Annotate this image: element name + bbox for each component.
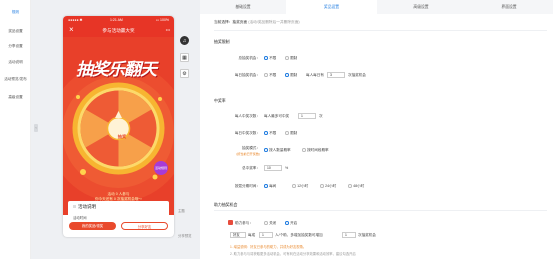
divider (214, 210, 547, 211)
boost-on[interactable]: 开启 (285, 221, 297, 226)
daily-chances-input[interactable]: 3 (327, 72, 345, 78)
period-12h-label: 12小时 (297, 184, 309, 189)
campaign-headline: 抽奖乐翻天 (76, 60, 157, 79)
win-max-prefix: 每人最多可中奖 (264, 114, 290, 118)
daily-win-unlimited-label: 不限 (269, 131, 277, 136)
campaign-stage: 抽奖乐翻天 抽奖 活动规则 活动 0 人参与 你今天还有 0 次抽奖机会哦～ ▽… (63, 37, 174, 215)
daily-win-limited-label: 限制 (290, 131, 298, 136)
period-label: 按混分期时间： (234, 184, 260, 188)
period-12h[interactable]: 12小时 (292, 184, 308, 189)
total-limit-limited[interactable]: 限制 (285, 56, 297, 61)
alert-icon (228, 220, 233, 225)
boost-each: 每成 (248, 233, 256, 237)
mode-by-people[interactable]: 按人数量概率 (264, 148, 291, 153)
boost-on-label: 开启 (290, 221, 298, 226)
share-preview-label[interactable]: 分享预览 (178, 233, 192, 238)
section-boost: 助力抽奖机会 (214, 202, 238, 207)
mode-by-time[interactable]: 按时间段概率 (302, 148, 329, 153)
total-limit-unlimited-label: 不限 (269, 56, 277, 61)
phone-status-bar: ●●●●● ✱ 1:21 AM ▭ 100% (63, 16, 174, 24)
total-limit-label: 总抽奖机会： (238, 56, 260, 60)
left-nav-item-rules[interactable]: 规则 (0, 10, 31, 15)
tab-advanced[interactable]: 高级设置 (377, 0, 465, 14)
collapse-handle[interactable]: ‹ (34, 124, 38, 132)
mode-by-people-label: 按人数量概率 (269, 148, 291, 153)
divider (214, 30, 547, 31)
mode-hint: (按当前已开奖数) (236, 152, 260, 156)
boost-chances-input[interactable]: 1 (342, 232, 356, 238)
boost-off[interactable]: 关闭 (264, 221, 276, 226)
win-max-label: 每人中奖次数： (234, 114, 260, 118)
daily-prefix: 每人每日有 (306, 73, 324, 77)
qr-icon[interactable]: ▦ (180, 53, 189, 62)
left-nav-item-desc[interactable]: 活动说明 (0, 60, 31, 65)
boost-label: 助力参与： (235, 221, 253, 225)
daily-win-unlimited[interactable]: 不限 (264, 131, 276, 136)
boost-count-input[interactable]: 1 (259, 232, 273, 238)
carrier-signal: ●●●●● ✱ (68, 18, 83, 22)
daily-suffix: 次抽奖机会 (348, 73, 366, 77)
lottery-wheel[interactable] (71, 81, 166, 176)
activity-card-sub: 活动时间 (73, 216, 87, 220)
my-prizes-button[interactable]: 我的奖品/领奖 (69, 222, 116, 230)
boost-tail: 次抽奖机会 (358, 233, 376, 237)
boost-off-label: 关闭 (269, 221, 277, 226)
section-win-rate: 中奖率 (214, 98, 226, 103)
period-48h-label: 48小时 (353, 184, 365, 189)
music-icon[interactable]: ♫ (180, 36, 189, 45)
breadcrumb-label: 当前选择：抽奖页面 (214, 20, 248, 24)
period-48h[interactable]: 48小时 (348, 184, 364, 189)
breadcrumb-tip: (活动/奖品删除后一并删除页面) (248, 20, 300, 24)
mode-by-time-label: 按时间段概率 (307, 148, 329, 153)
left-nav: 规则 奖品设置 分享设置 活动说明 活动预览/发布 高级设置 (0, 0, 31, 259)
phone-preview: ●●●●● ✱ 1:21 AM ▭ 100% × 参与活动赢大奖 ••• 抽奖乐… (63, 16, 174, 237)
settings-tabs: 基础设置 奖品设置 高级设置 界面设置 (200, 0, 553, 14)
phone-page-title: 参与活动赢大奖 (102, 28, 135, 33)
boost-note-2: 2. 助力参与与将获取更多活动机会，可有利在活动分享效果和活动效率，建议勾选开启 (230, 252, 356, 256)
phone-title-bar: × 参与活动赢大奖 ••• (63, 24, 174, 37)
left-nav-item-prizes[interactable]: 奖品设置 (0, 29, 31, 34)
rules-badge[interactable]: 活动规则 (154, 161, 168, 175)
period-24h-label: 24小时 (325, 184, 337, 189)
daily-limit-unlimited[interactable]: 不限 (264, 73, 276, 78)
tab-interface[interactable]: 界面设置 (465, 0, 553, 14)
section-draw-limit: 抽奖限制 (214, 39, 230, 44)
daily-limit-label: 每日抽奖机会： (234, 73, 260, 77)
daily-win-label: 每日中奖次数： (234, 131, 260, 135)
tab-prizes[interactable]: 奖品设置 (286, 0, 377, 14)
rate-input[interactable]: 10 (264, 165, 282, 171)
boost-type-select[interactable]: 好友 (230, 232, 246, 238)
doc-icon (73, 205, 76, 208)
daily-limit-limited-label: 限制 (290, 73, 298, 78)
activity-card-title: 活动说明 (78, 204, 96, 209)
total-limit-limited-label: 限制 (290, 56, 298, 61)
wheel-center-label[interactable]: 抽奖 (115, 134, 129, 140)
breadcrumb: 当前选择：抽奖页面 (活动/奖品删除后一并删除页面) (214, 20, 300, 25)
left-nav-item-advanced[interactable]: 高级设置 (0, 95, 31, 100)
tab-basic[interactable]: 基础设置 (200, 0, 286, 14)
left-nav-item-publish[interactable]: 活动预览/发布 (0, 77, 31, 82)
left-nav-item-share[interactable]: 分享设置 (0, 44, 31, 49)
boost-note-1: 1. 增益说明：好友已参与的助力，并成为好友视角。 (230, 245, 307, 249)
daily-limit-unlimited-label: 不限 (269, 73, 277, 78)
rate-label: 总中奖率： (242, 166, 260, 170)
period-each[interactable]: 每间 (264, 184, 276, 189)
status-time: 1:21 AM (110, 18, 123, 22)
settings-panel: 当前选择：抽奖页面 (活动/奖品删除后一并删除页面) 抽奖限制 总抽奖机会： 不… (200, 14, 553, 259)
daily-limit-limited[interactable]: 限制 (285, 73, 297, 78)
more-icon[interactable]: ••• (166, 27, 170, 32)
total-limit-unlimited[interactable]: 不限 (264, 56, 276, 61)
settings-icon[interactable]: ⚙ (180, 69, 189, 78)
battery-status: ▭ 100% (155, 18, 169, 22)
share-friends-button[interactable]: 分享好友 (121, 222, 168, 230)
daily-win-limited[interactable]: 限制 (285, 131, 297, 136)
theme-label[interactable]: 主题 (178, 208, 185, 213)
win-max-input[interactable]: 1 (298, 113, 316, 119)
period-each-label: 每间 (269, 184, 277, 189)
win-max-suffix: 次 (319, 114, 323, 118)
boost-mid: 人/个助，多增加抽奖数可增加 (275, 233, 323, 237)
period-24h[interactable]: 24小时 (320, 184, 336, 189)
rate-unit: % (285, 166, 289, 170)
